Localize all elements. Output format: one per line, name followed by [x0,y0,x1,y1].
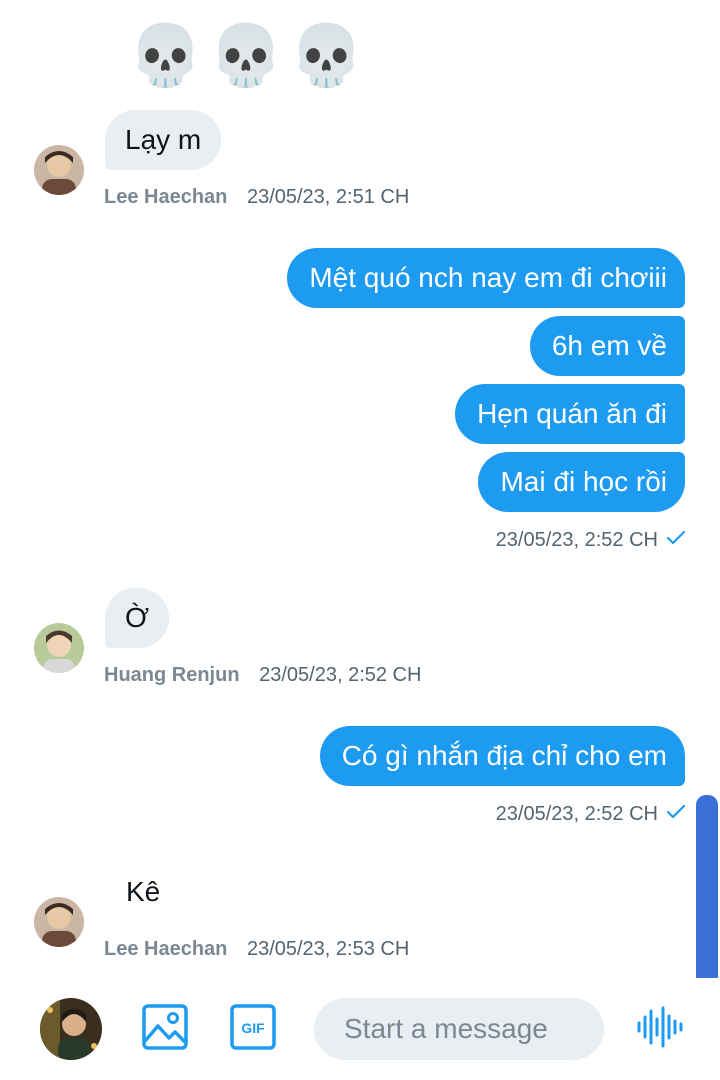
sender-name[interactable]: Lee Haechan [104,938,227,960]
gif-icon[interactable]: GIF [229,1003,277,1051]
outgoing-message-bubble[interactable]: 6h em về [529,316,685,376]
message-meta: 23/05/23, 2:52 CH [496,529,686,552]
image-icon[interactable] [141,1003,189,1051]
voice-icon[interactable] [636,1006,684,1048]
timestamp: 23/05/23, 2:52 CH [495,803,658,825]
incoming-message-bubble[interactable]: Lạy m [105,110,222,170]
outgoing-message-bubble[interactable]: Có gì nhắn địa chỉ cho em [319,726,685,786]
timestamp: 23/05/23, 2:51 CH [246,186,410,208]
avatar-lee-haechan[interactable] [34,897,84,947]
svg-text:GIF: GIF [241,1020,265,1036]
sender-name[interactable]: Lee Haechan [104,186,227,208]
timestamp: 23/05/23, 2:52 CH [495,529,658,551]
check-icon [666,803,686,826]
scrollbar-thumb[interactable] [696,795,718,978]
incoming-message-bubble[interactable]: Ờ [105,588,170,648]
message-meta: Lee Haechan 23/05/23, 2:51 CH [104,186,409,209]
avatar-huang-renjun[interactable] [34,623,84,673]
sender-name[interactable]: Huang Renjun [104,664,240,686]
emoji-message: 💀💀💀 [128,21,371,91]
message-input[interactable] [314,998,604,1060]
outgoing-message-bubble[interactable]: Mệt quó nch nay em đi chơiii [287,248,685,308]
check-icon [666,529,686,552]
outgoing-message-bubble[interactable]: Hẹn quán ăn đi [455,384,685,444]
timestamp: 23/05/23, 2:52 CH [259,664,422,686]
outgoing-message-bubble[interactable]: Mai đi học rồi [478,452,685,512]
message-meta: 23/05/23, 2:52 CH [496,803,686,826]
current-user-avatar[interactable] [40,998,102,1060]
timestamp: 23/05/23, 2:53 CH [246,938,410,960]
avatar-lee-haechan[interactable] [34,145,84,195]
message-meta: Huang Renjun 23/05/23, 2:52 CH [104,664,421,687]
message-meta: Lee Haechan 23/05/23, 2:53 CH [104,938,409,961]
incoming-message-bubble[interactable]: Kê [106,862,180,922]
